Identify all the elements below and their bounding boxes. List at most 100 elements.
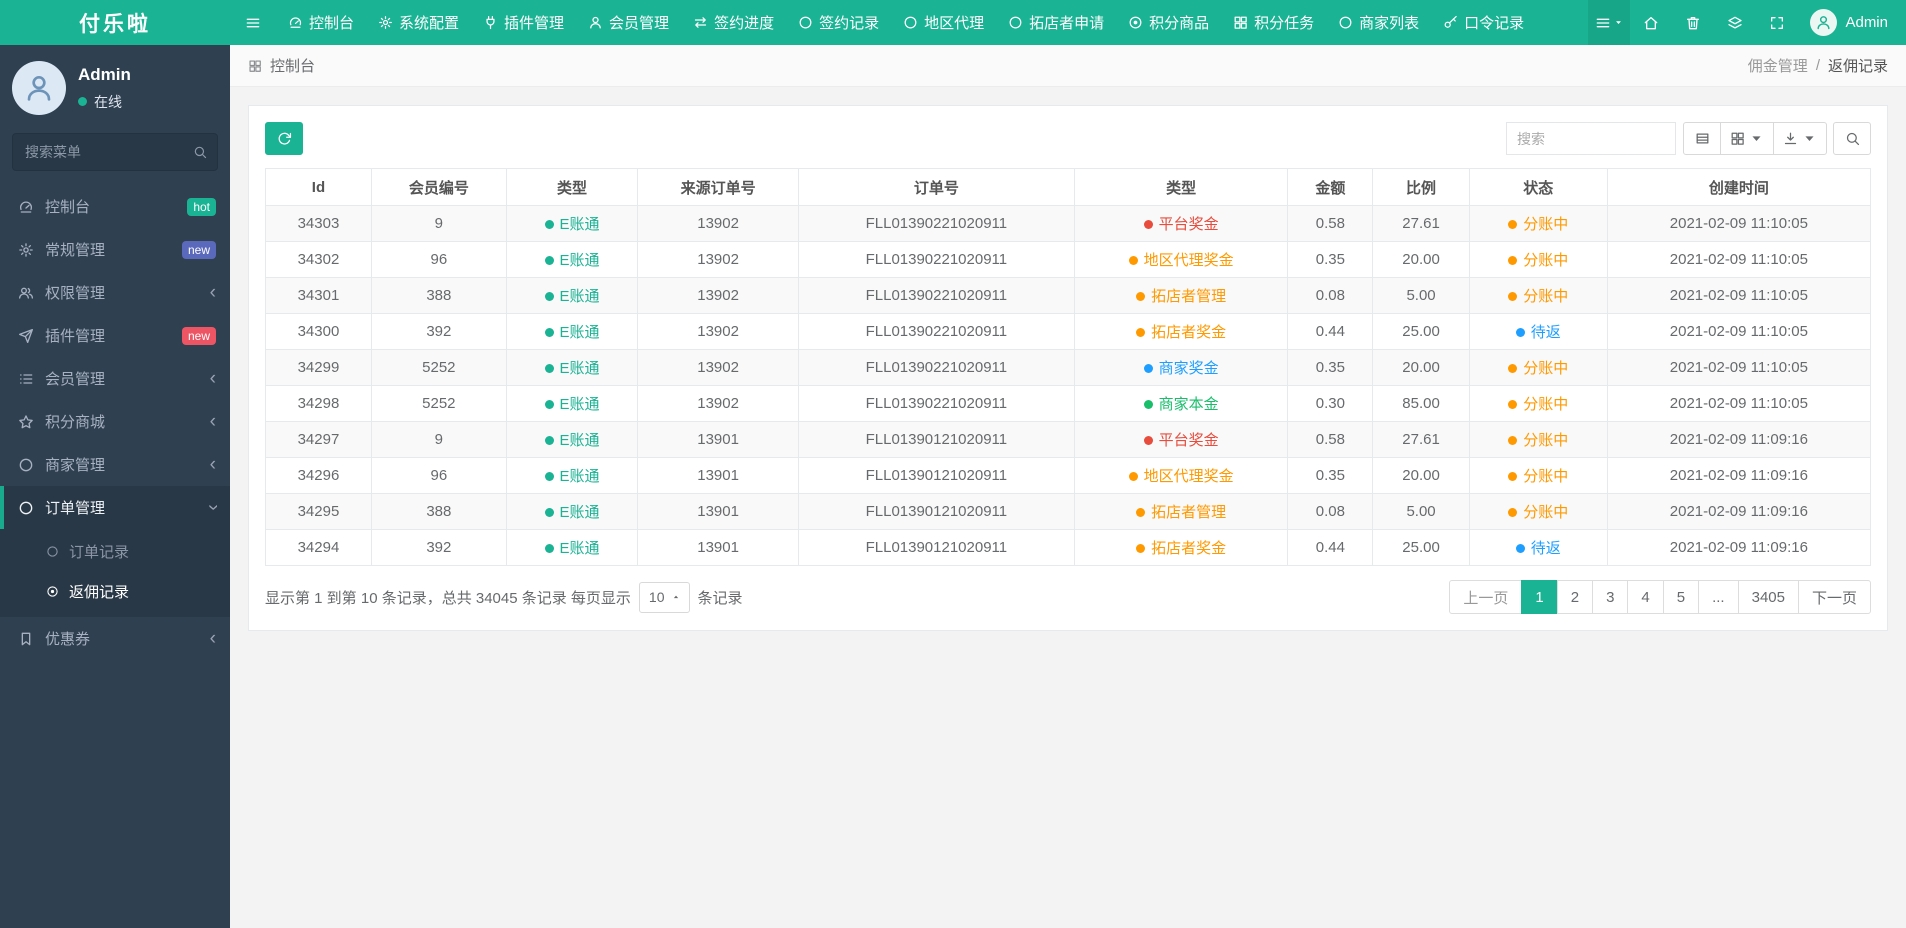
search-icon (193, 145, 207, 159)
sidebar-menu: 控制台 hot 常规管理 new 权限管理 ‹ 插件管理 new 会员管理 ‹ 积分商城 ‹ 商家管理 ‹… (0, 185, 230, 660)
chevron-left-icon: ‹ (209, 368, 216, 389)
search-button[interactable] (1833, 122, 1871, 155)
page-button[interactable]: 上一页 (1449, 580, 1523, 614)
sidebar-item[interactable]: 常规管理 new (0, 228, 230, 271)
circle-icon (798, 15, 813, 30)
table-cell: 13902 (637, 277, 799, 314)
table-cell: E账通 (505, 385, 639, 422)
menu-button[interactable] (1588, 0, 1631, 45)
page-button[interactable]: 3405 (1737, 580, 1799, 614)
table-cell: 5252 (370, 349, 507, 386)
gear-icon (18, 242, 34, 258)
table-cell: 34301 (265, 277, 372, 314)
cell-text: 分账中 (1523, 504, 1569, 521)
menu-icon (1595, 15, 1611, 31)
sidebar-subitem[interactable]: 订单记录 (0, 531, 230, 571)
sidebar-subitem[interactable]: 返佣记录 (0, 571, 230, 611)
chevron-left-icon: ‹ (209, 411, 216, 432)
page-button[interactable]: 下一页 (1797, 580, 1871, 614)
navbar-item[interactable]: 签约进度 (681, 0, 786, 45)
navbar-item[interactable]: 积分任务 (1221, 0, 1326, 45)
sidebar-item[interactable]: 插件管理 new (0, 314, 230, 357)
status-dot-icon (544, 543, 554, 553)
sidebar-item[interactable]: 积分商城 ‹ (0, 400, 230, 443)
table-cell: 2021-02-09 11:10:05 (1606, 241, 1872, 278)
sidebar-toggle-button[interactable] (230, 0, 276, 45)
status-dot-icon (544, 471, 554, 481)
sidebar-item[interactable]: 优惠券 ‹ (0, 617, 230, 660)
table-cell: E账通 (505, 529, 639, 566)
navbar-item[interactable]: 插件管理 (471, 0, 576, 45)
column-header: 类型 (1073, 168, 1289, 206)
home-button[interactable] (1630, 0, 1672, 45)
sidebar-subitem-label: 订单记录 (69, 543, 130, 561)
sidebar-item[interactable]: 订单管理 ‹ (0, 486, 230, 529)
circle-icon (1338, 15, 1353, 30)
table-row: 34299 5252 E账通 13902 FLL01390221020911 商家奖金 0.… (265, 349, 1872, 386)
sidebar-item-label: 常规管理 (45, 242, 106, 259)
table-cell: 96 (370, 457, 507, 494)
gear-icon (378, 15, 393, 30)
cell-text: 待返 (1530, 540, 1561, 557)
table-cell: 34299 (265, 349, 372, 386)
layers-icon (1727, 15, 1743, 31)
sidebar-item-label: 会员管理 (45, 371, 106, 388)
table-cell: 5.00 (1372, 277, 1470, 314)
page-button[interactable]: ... (1698, 580, 1739, 614)
navbar-item[interactable]: 拓店者申请 (996, 0, 1116, 45)
navbar-item[interactable]: 会员管理 (576, 0, 681, 45)
status-dot-icon (1143, 363, 1153, 373)
navbar-item[interactable]: 积分商品 (1116, 0, 1221, 45)
navbar-item[interactable]: 签约记录 (786, 0, 891, 45)
table-cell: 0.44 (1287, 529, 1374, 566)
expand-button[interactable] (1756, 0, 1798, 45)
sidebar-search-input[interactable] (12, 133, 218, 171)
page-button[interactable]: 4 (1627, 580, 1664, 614)
table-cell: 13901 (637, 421, 799, 458)
table-cell: FLL01390121020911 (797, 457, 1075, 494)
page-button[interactable]: 5 (1662, 580, 1700, 614)
sidebar-badge: new (181, 240, 216, 259)
navbar-item[interactable]: 地区代理 (891, 0, 996, 45)
page-button[interactable]: 2 (1556, 580, 1594, 614)
table-search-input[interactable] (1506, 122, 1676, 155)
table-cell: 0.58 (1287, 421, 1374, 458)
cell-text: 分账中 (1523, 288, 1569, 305)
circle-icon (903, 15, 918, 30)
table-row: 34295 388 E账通 13901 FLL01390121020911 拓店者管理 0.… (265, 493, 1872, 530)
table-row: 34301 388 E账通 13902 FLL01390221020911 拓店者管理 0.… (265, 277, 1872, 314)
navbar-item[interactable]: 系统配置 (366, 0, 471, 45)
navbar-item[interactable]: 商家列表 (1326, 0, 1431, 45)
navbar-item[interactable]: 口令记录 (1431, 0, 1536, 45)
records-summary-suffix: 条记录 (697, 589, 743, 607)
sidebar-item[interactable]: 会员管理 ‹ (0, 357, 230, 400)
table-row: 34300 392 E账通 13902 FLL01390221020911 拓店者奖金 0.… (265, 313, 1872, 350)
navbar-item-label: 积分任务 (1254, 15, 1315, 32)
layers-button[interactable] (1714, 0, 1756, 45)
page-button[interactable]: 3 (1592, 580, 1629, 614)
refresh-button[interactable] (265, 122, 303, 155)
navbar-item[interactable]: 控制台 (276, 0, 366, 45)
trash-button[interactable] (1672, 0, 1714, 45)
navbar-user[interactable]: Admin (1798, 0, 1896, 45)
table-cell: 5.00 (1372, 493, 1470, 530)
table-cell: 2021-02-09 11:10:05 (1606, 385, 1872, 422)
table-header-row: Id 会员编号 类型 来源订单号 订单号 类型 金额 比例 状态 创建时间 (265, 168, 1872, 206)
main-area: 控制台 佣金管理 / 返佣记录 搜索 Id 会员编号 类型 来源订单号 订单号 … (230, 0, 1906, 649)
page-button[interactable]: 1 (1521, 580, 1558, 614)
download-button[interactable] (1773, 122, 1827, 155)
table-cell: 13901 (637, 493, 799, 530)
sidebar-item[interactable]: 权限管理 ‹ (0, 271, 230, 314)
th-button[interactable] (1720, 122, 1774, 155)
person-icon (23, 72, 55, 104)
column-header: Id (265, 168, 372, 206)
breadcrumb-section[interactable]: 佣金管理 (1748, 55, 1808, 76)
chevron-left-icon: ‹ (209, 282, 216, 303)
sidebar-item[interactable]: 控制台 hot (0, 185, 230, 228)
sidebar-item[interactable]: 商家管理 ‹ (0, 443, 230, 486)
page-size-select[interactable]: 10 (638, 581, 690, 613)
table-cell: 分账中 (1468, 493, 1608, 530)
table-button[interactable] (1683, 122, 1721, 155)
expand-icon (1769, 15, 1785, 31)
cell-text: E账通 (559, 288, 600, 305)
